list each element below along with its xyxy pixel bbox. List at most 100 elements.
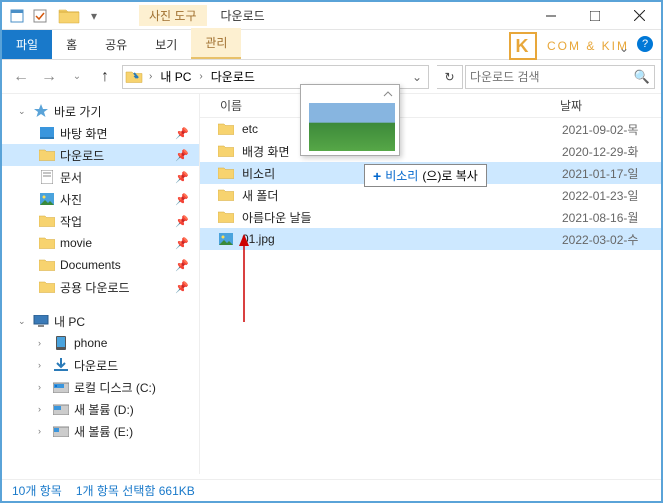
- file-name: 아름다운 날들: [242, 209, 562, 226]
- column-header-date[interactable]: 날짜: [552, 97, 661, 114]
- file-row[interactable]: etc2021-09-02-목: [200, 118, 661, 140]
- pin-icon: 📌: [175, 149, 189, 162]
- breadcrumb-seg-pc[interactable]: 내 PC: [156, 66, 195, 88]
- file-row[interactable]: 아름다운 날들2021-08-16-월: [200, 206, 661, 228]
- tree-item-phone[interactable]: ›phone: [2, 332, 199, 354]
- tree-item-documents2[interactable]: Documents📌: [2, 254, 199, 276]
- help-icon[interactable]: ?: [637, 36, 653, 52]
- image-icon: [216, 230, 236, 248]
- folder-icon: [216, 142, 236, 160]
- tree-label: 문서: [60, 169, 82, 186]
- breadcrumb-root-caret[interactable]: ›: [145, 71, 156, 82]
- tree-item-disk-e[interactable]: › 새 볼륨 (E:): [2, 420, 199, 442]
- tree-item-disk-d[interactable]: › 새 볼륨 (D:): [2, 398, 199, 420]
- expand-icon[interactable]: ›: [38, 426, 50, 436]
- tab-home[interactable]: 홈: [52, 30, 91, 59]
- folder-icon: [38, 257, 56, 273]
- tree-label: 내 PC: [54, 313, 85, 330]
- tree-item-disk-c[interactable]: › 로컬 디스크 (C:): [2, 376, 199, 398]
- file-row[interactable]: 배경 화면2020-12-29-화: [200, 140, 661, 162]
- breadcrumb-dropdown-icon[interactable]: ⌄: [406, 70, 428, 84]
- tree-item-desktop[interactable]: 바탕 화면📌: [2, 122, 199, 144]
- window-title: 다운로드: [221, 7, 265, 24]
- drag-action-text: (으)로 복사: [422, 167, 478, 184]
- pin-icon: 📌: [175, 281, 189, 294]
- close-button[interactable]: [617, 2, 661, 30]
- column-headers: 이름 날짜: [200, 94, 661, 118]
- qat-check-icon[interactable]: [29, 5, 51, 27]
- expand-icon[interactable]: ›: [38, 360, 50, 370]
- qat-dropdown-icon[interactable]: ▾: [87, 5, 101, 27]
- downloads-icon: [52, 357, 70, 373]
- breadcrumb-folder-icon[interactable]: [123, 70, 145, 84]
- file-name: 01.jpg: [242, 232, 562, 246]
- tree-item-work[interactable]: 작업📌: [2, 210, 199, 232]
- tree-item-pictures[interactable]: 사진📌: [2, 188, 199, 210]
- folder-icon: [216, 164, 236, 182]
- tree-label: 로컬 디스크 (C:): [74, 379, 156, 396]
- search-box[interactable]: 🔍: [465, 65, 655, 89]
- folder-icon: [38, 235, 56, 251]
- star-icon: [32, 103, 50, 119]
- refresh-button[interactable]: ↻: [437, 65, 463, 89]
- ribbon-collapse-icon[interactable]: ⌄: [619, 41, 629, 55]
- recent-dropdown-icon[interactable]: ⌄: [64, 64, 90, 90]
- file-date: 2021-01-17-일: [562, 165, 638, 182]
- back-button[interactable]: ←: [8, 64, 34, 90]
- expand-icon[interactable]: ›: [38, 404, 50, 414]
- up-button[interactable]: ↑: [92, 64, 118, 90]
- minimize-button[interactable]: [529, 2, 573, 30]
- tab-view[interactable]: 보기: [141, 30, 191, 59]
- expand-icon[interactable]: ›: [38, 338, 50, 348]
- file-row-selected[interactable]: 01.jpg2022-03-02-수: [200, 228, 661, 250]
- drag-tooltip: + 비소리(으)로 복사: [364, 164, 487, 187]
- tree-label: movie: [60, 236, 92, 250]
- tree-label: 사진: [60, 191, 82, 208]
- tab-share[interactable]: 공유: [91, 30, 141, 59]
- expand-icon[interactable]: ›: [38, 382, 50, 392]
- brand-text: COM & KIM: [547, 39, 629, 53]
- expand-icon[interactable]: ⌄: [18, 106, 30, 117]
- tree-quick-access[interactable]: ⌄ 바로 가기: [2, 100, 199, 122]
- folder-icon: [216, 186, 236, 204]
- disk-icon: [52, 423, 70, 439]
- contextual-tab-label: 사진 도구: [139, 5, 207, 26]
- tree-label: 작업: [60, 213, 82, 230]
- maximize-button[interactable]: [573, 2, 617, 30]
- tree-label: 새 볼륨 (D:): [74, 401, 134, 418]
- title-bar: ▾ 사진 도구 다운로드: [2, 2, 661, 30]
- nav-tree[interactable]: ⌄ 바로 가기 바탕 화면📌 다운로드📌 문서📌 사진📌 작업📌 movie📌 …: [2, 94, 200, 474]
- file-name: etc: [242, 122, 562, 136]
- breadcrumb-seg-downloads[interactable]: 다운로드: [207, 66, 259, 88]
- tree-item-movie[interactable]: movie 📌: [2, 232, 199, 254]
- search-input[interactable]: [470, 70, 634, 84]
- disk-icon: [52, 379, 70, 395]
- properties-icon[interactable]: [6, 5, 28, 27]
- window-controls: [529, 2, 661, 30]
- tab-file[interactable]: 파일: [2, 30, 52, 59]
- pin-icon: 📌: [175, 237, 189, 250]
- tree-label: 바탕 화면: [60, 125, 108, 142]
- tree-item-public-dl[interactable]: 공용 다운로드 📌: [2, 276, 199, 298]
- expand-icon[interactable]: ⌄: [18, 316, 30, 327]
- breadcrumb-caret[interactable]: ›: [195, 71, 206, 82]
- tree-label: 새 볼륨 (E:): [74, 423, 133, 440]
- ribbon: 파일 홈 공유 보기 관리 K COM & KIM ⌄ ?: [2, 30, 661, 60]
- tree-item-downloads[interactable]: 다운로드 📌: [2, 144, 199, 166]
- plus-icon: +: [373, 168, 381, 184]
- file-date: 2020-12-29-화: [562, 143, 638, 160]
- tree-this-pc[interactable]: ⌄ 내 PC: [2, 310, 199, 332]
- file-name: 배경 화면: [242, 143, 562, 160]
- tree-label: Documents: [60, 258, 121, 272]
- file-name: 새 폴더: [242, 187, 562, 204]
- search-icon[interactable]: 🔍: [634, 69, 650, 85]
- pc-icon: [32, 313, 50, 329]
- tree-label: 공용 다운로드: [60, 279, 130, 296]
- tab-manage[interactable]: 관리: [191, 28, 241, 59]
- tree-label: 다운로드: [60, 147, 104, 164]
- drag-thumbnail: [309, 103, 395, 151]
- tree-item-documents[interactable]: 문서📌: [2, 166, 199, 188]
- tree-item-downloads2[interactable]: ›다운로드: [2, 354, 199, 376]
- forward-button[interactable]: →: [36, 64, 62, 90]
- file-row[interactable]: 새 폴더2022-01-23-일: [200, 184, 661, 206]
